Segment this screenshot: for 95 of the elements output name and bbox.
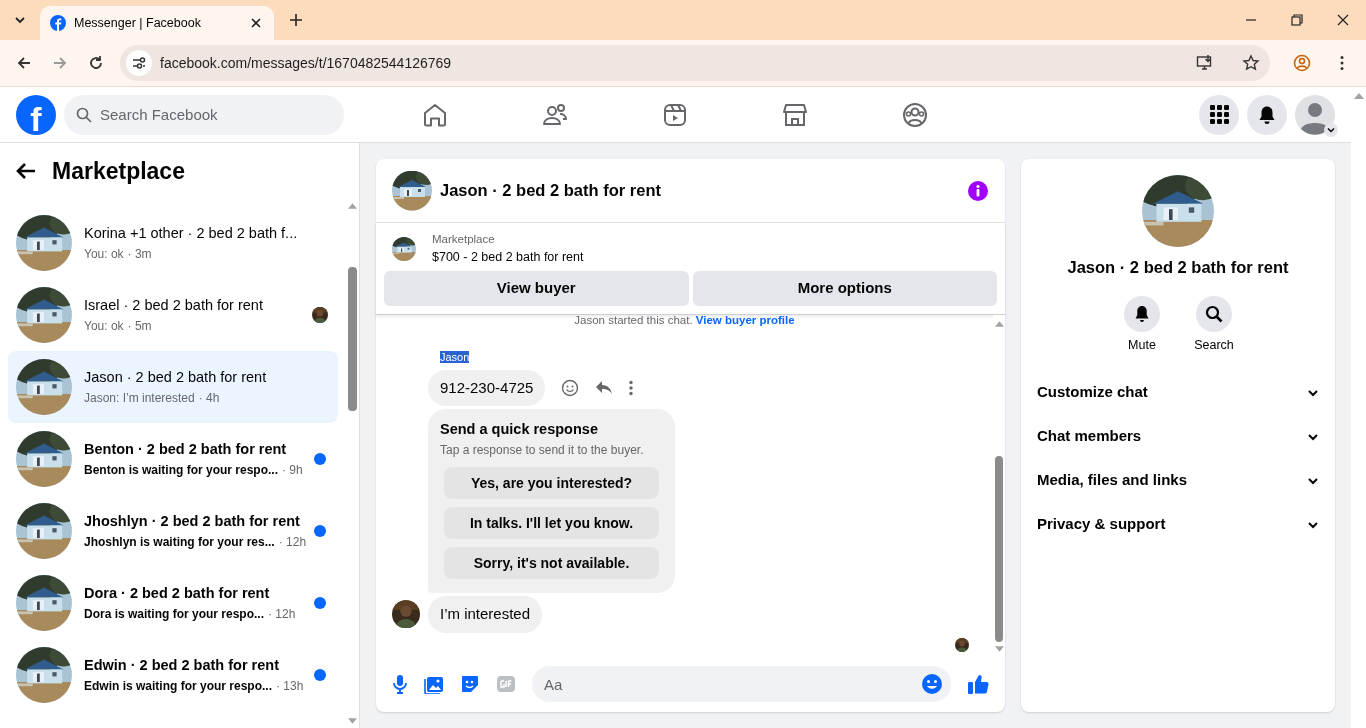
sender-name: Jason: [440, 351, 470, 364]
conversation-title: Jhoshlyn · 2 bed 2 bath for rent: [84, 512, 301, 532]
notifications-button[interactable]: [1247, 94, 1287, 135]
chevron-down-icon[interactable]: [1324, 122, 1338, 137]
section-toggle[interactable]: Privacy & support: [1021, 502, 1335, 547]
reply-icon[interactable]: [595, 380, 614, 396]
unread-dot: [314, 597, 326, 609]
restore-icon[interactable]: [1290, 13, 1304, 27]
action-label: Search: [1194, 336, 1234, 354]
conversation-item[interactable]: Benton · 2 bed 2 bath for rent Benton is waiting for your respo... · 9h: [8, 423, 338, 495]
message-preview: You: ok: [84, 317, 124, 335]
conversation-item[interactable]: Korina +1 other · 2 bed 2 bath f... You: ok · 3m: [8, 207, 338, 279]
quick-response-button[interactable]: In talks. I'll let you know.: [444, 507, 659, 539]
bell-icon: [1133, 304, 1151, 323]
buyer-profile-link[interactable]: View buyer profile: [695, 314, 795, 326]
search-field[interactable]: Search Facebook: [64, 94, 344, 135]
site-settings-icon[interactable]: [131, 55, 147, 71]
bell-icon: [1257, 104, 1277, 125]
chat-title: Jason · 2 bed 2 bath for rent: [440, 180, 662, 202]
plus-icon: [289, 13, 303, 27]
card-subtitle: Tap a response to send it to the buyer.: [440, 442, 645, 459]
quick-response-button[interactable]: Yes, are you interested?: [444, 467, 659, 499]
message-time: · 5m: [127, 317, 152, 335]
back-arrow-icon[interactable]: [16, 162, 36, 180]
message-time: · 12h: [268, 605, 296, 623]
profile-icon[interactable]: [1293, 54, 1311, 72]
install-icon[interactable]: [1196, 54, 1214, 72]
message-preview: You: ok: [84, 245, 124, 263]
conversation-item[interactable]: Jhoshlyn · 2 bed 2 bath for rent Jhoshlyn is waiting for your res... · 12h: [8, 495, 338, 567]
quick-response-button[interactable]: Sorry, it's not available.: [444, 547, 659, 579]
more-icon[interactable]: [629, 380, 634, 396]
message-time: · 12h: [278, 533, 307, 551]
action-button[interactable]: [1124, 295, 1160, 332]
conversation-item[interactable]: Dora · 2 bed 2 bath for rent Dora is waiting for your respo... · 12h: [8, 567, 338, 639]
section-toggle[interactable]: Media, files and links: [1021, 458, 1335, 503]
favicon-icon: [50, 15, 66, 31]
emoji-icon[interactable]: [921, 673, 943, 695]
listing-source: Marketplace: [432, 232, 496, 247]
message-preview: Dora is waiting for your respo...: [84, 605, 265, 623]
account-avatar[interactable]: [1295, 94, 1335, 135]
photo-icon[interactable]: [424, 674, 444, 694]
browser-tab[interactable]: Messenger | Facebook: [40, 6, 274, 40]
contact-title: Jason · 2 bed 2 bath for rent: [1067, 257, 1289, 278]
conversation-title: Korina +1 other · 2 bed 2 bath f...: [84, 224, 299, 244]
action-label: Mute: [1128, 336, 1156, 354]
system-notice: Jason started this chat.: [574, 314, 693, 326]
microphone-icon[interactable]: [392, 674, 408, 694]
message-time: · 4h: [198, 389, 220, 407]
conversation-item[interactable]: Israel · 2 bed 2 bath for rent You: ok · 5m: [8, 279, 338, 351]
unread-dot: [314, 669, 327, 681]
sticker-icon[interactable]: [460, 674, 480, 694]
card-title: Send a quick response: [440, 420, 599, 440]
search-icon: [1205, 304, 1223, 323]
message-time: · 3m: [127, 245, 152, 263]
section-toggle[interactable]: Customize chat: [1021, 370, 1335, 415]
star-icon[interactable]: [1242, 54, 1260, 72]
action-button[interactable]: View buyer: [384, 271, 689, 306]
tab-title: Messenger | Facebook: [74, 14, 202, 32]
groups-icon[interactable]: [901, 100, 929, 129]
facebook-logo[interactable]: f: [16, 94, 56, 135]
section-toggle[interactable]: Chat members: [1021, 414, 1335, 459]
listing-title: $700 - 2 bed 2 bath for rent: [432, 249, 584, 267]
search-icon: [76, 106, 92, 123]
unread-dot: [314, 453, 327, 465]
message-preview: Edwin is waiting for your respo...: [84, 677, 273, 695]
thumbs-up-icon[interactable]: [967, 673, 989, 695]
conversation-title: Edwin · 2 bed 2 bath for rent: [84, 656, 280, 676]
conversation-item[interactable]: Jason · 2 bed 2 bath for rent Jason: I’m interested · 4h: [8, 351, 338, 423]
menu-button[interactable]: [1199, 94, 1239, 135]
unread-dot: [314, 525, 327, 537]
conversation-title: Jason · 2 bed 2 bath for rent: [84, 368, 268, 388]
message-preview: Benton is waiting for your respo...: [84, 461, 278, 479]
conversation-item[interactable]: Edwin · 2 bed 2 bath for rent Edwin is waiting for your respo... · 13h: [8, 639, 338, 711]
message-bubble: I’m interested: [428, 596, 543, 633]
scrollbar[interactable]: [993, 315, 1005, 656]
action-button[interactable]: [1196, 295, 1232, 332]
info-icon[interactable]: [967, 179, 989, 202]
conversation-title: Dora · 2 bed 2 bath for rent: [84, 584, 271, 604]
reload-icon[interactable]: [87, 54, 105, 72]
message-bubble: 912-230-4725: [428, 369, 546, 407]
action-button[interactable]: More options: [692, 271, 997, 306]
message-preview: Jason: I’m interested: [84, 389, 195, 407]
conversation-title: Israel · 2 bed 2 bath for rent: [84, 296, 264, 316]
close-icon[interactable]: [1336, 13, 1350, 27]
emoji-icon[interactable]: [561, 379, 580, 397]
message-time: · 9h: [282, 461, 303, 479]
chevron-down-icon: [14, 14, 26, 26]
conversation-title: Benton · 2 bed 2 bath for rent: [84, 440, 288, 460]
message-preview: Jhoshlyn is waiting for your res...: [84, 533, 275, 551]
grid-icon: [1209, 105, 1229, 124]
message-time: · 13h: [276, 677, 304, 695]
scroll-thumb[interactable]: [348, 267, 357, 411]
sidebar-title: Marketplace: [52, 156, 185, 186]
message-field[interactable]: Aa: [532, 666, 951, 702]
scroll-thumb[interactable]: [995, 456, 1003, 642]
